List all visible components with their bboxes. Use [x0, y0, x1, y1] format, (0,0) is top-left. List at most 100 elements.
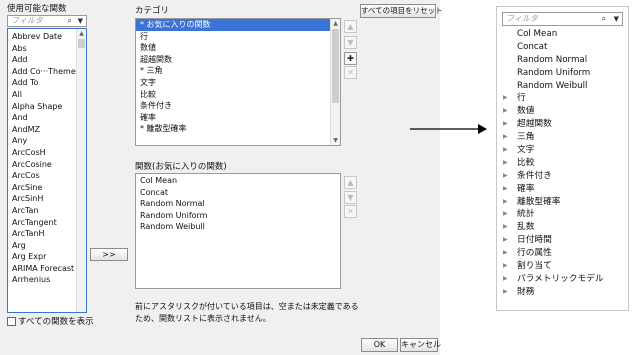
search-icon[interactable]: ⌕ — [68, 16, 72, 26]
disclosure-triangle-icon[interactable]: ▶ — [503, 234, 508, 247]
category-scrollbar[interactable]: ▲ ▼ — [330, 19, 340, 145]
panel-category-item[interactable]: ▶ 行 — [497, 92, 628, 105]
function-list-item[interactable]: ArcTanH — [8, 228, 86, 240]
panel-category-item[interactable]: ▶ 条件付き — [497, 170, 628, 183]
panel-category-item[interactable]: ▶ 割り当て — [497, 260, 628, 273]
favorite-list-item[interactable]: Concat — [136, 187, 340, 199]
function-list-item[interactable]: And — [8, 112, 86, 124]
ok-button[interactable]: OK — [361, 338, 398, 352]
favorites-list[interactable]: Col Mean Concat Random Normal Random Unifor… — [135, 173, 341, 289]
favorite-list-item[interactable]: Random Uniform — [136, 210, 340, 222]
scroll-thumb[interactable] — [78, 39, 85, 48]
function-list-item[interactable]: ARIMA Forecast — [8, 263, 86, 275]
function-list-item[interactable]: ArcCos — [8, 170, 86, 182]
function-list-item[interactable]: Abs — [8, 43, 86, 55]
panel-category-item[interactable]: ▶ 日付時間 — [497, 234, 628, 247]
disclosure-triangle-icon[interactable]: ▶ — [503, 170, 508, 183]
category-list-item[interactable]: 条件付き — [136, 100, 340, 112]
function-list-item[interactable]: AndMZ — [8, 124, 86, 136]
disclosure-triangle-icon[interactable]: ▶ — [503, 144, 508, 157]
disclosure-triangle-icon[interactable]: ▶ — [503, 260, 508, 273]
category-list-item[interactable]: 比較 — [136, 89, 340, 101]
disclosure-triangle-icon[interactable]: ▶ — [503, 221, 508, 234]
category-list-item[interactable]: 超越関数 — [136, 54, 340, 66]
category-list-item[interactable]: * 離散型確率 — [136, 123, 340, 135]
category-list-item[interactable]: 確率 — [136, 112, 340, 124]
scroll-up-icon[interactable]: ▲ — [331, 19, 340, 28]
reset-all-button[interactable]: すべての項目をリセット — [360, 4, 443, 18]
function-list-item[interactable]: Add To — [8, 77, 86, 89]
panel-category-item[interactable]: ▶ 超越関数 — [497, 118, 628, 131]
show-all-checkbox[interactable] — [7, 317, 16, 326]
function-list-item[interactable]: Arg Expr — [8, 251, 86, 263]
panel-category-item[interactable]: ▶ 乱数 — [497, 221, 628, 234]
panel-favorite-item[interactable]: Concat — [497, 41, 628, 54]
disclosure-triangle-icon[interactable]: ▶ — [503, 196, 508, 209]
category-list-item[interactable]: 文字 — [136, 77, 340, 89]
move-up-icon[interactable]: ▲ — [344, 176, 357, 189]
panel-favorite-item[interactable]: Random Uniform — [497, 67, 628, 80]
function-list-item[interactable]: ArcCosH — [8, 147, 86, 159]
function-list-item[interactable]: ArcSine — [8, 182, 86, 194]
function-list-item[interactable]: ArcCosine — [8, 159, 86, 171]
disclosure-triangle-icon[interactable]: ▶ — [503, 208, 508, 221]
disclosure-triangle-icon[interactable]: ▶ — [503, 286, 508, 299]
function-list-item[interactable]: Arrhenius — [8, 274, 86, 286]
disclosure-triangle-icon[interactable]: ▶ — [503, 183, 508, 196]
panel-category-item[interactable]: ▶ 文字 — [497, 144, 628, 157]
category-list-item[interactable]: * お気に入りの関数 — [136, 19, 340, 31]
panel-category-item[interactable]: ▶ 統計 — [497, 208, 628, 221]
favorite-list-item[interactable]: Col Mean — [136, 175, 340, 187]
panel-category-item[interactable]: ▶ パラメトリックモデル — [497, 273, 628, 286]
function-list-item[interactable]: Add — [8, 54, 86, 66]
function-list-item[interactable]: Abbrev Date — [8, 31, 86, 43]
panel-favorite-item[interactable]: Col Mean — [497, 28, 628, 41]
panel-category-item[interactable]: ▶ 離散型確率 — [497, 196, 628, 209]
disclosure-triangle-icon[interactable]: ▶ — [503, 105, 508, 118]
move-down-icon[interactable]: ▼ — [344, 36, 357, 49]
available-filter-input[interactable]: フィルタ ⌕ ▼ — [7, 15, 87, 27]
function-list-item[interactable]: Any — [8, 135, 86, 147]
scroll-up-icon[interactable]: ▲ — [77, 29, 86, 38]
category-list[interactable]: * お気に入りの関数行数値 超越関数 * 三角 文字 比較 条件付き 確率 * 離散型確率 ▲… — [135, 18, 341, 146]
panel-filter-input[interactable]: フィルタ ⌕ ▼ — [502, 12, 623, 26]
function-list-item[interactable]: ArcSinH — [8, 193, 86, 205]
search-icon[interactable]: ⌕ — [602, 13, 606, 25]
disclosure-triangle-icon[interactable]: ▶ — [503, 247, 508, 260]
move-up-icon[interactable]: ▲ — [344, 20, 357, 33]
x-icon[interactable]: ✕ — [344, 66, 357, 79]
panel-category-item[interactable]: ▶ 行の属性 — [497, 247, 628, 260]
panel-category-item[interactable]: ▶ 数値 — [497, 105, 628, 118]
add-to-favorites-button[interactable]: >> — [90, 248, 128, 261]
disclosure-triangle-icon[interactable]: ▶ — [503, 131, 508, 144]
function-list-item[interactable]: ArcTangent — [8, 217, 86, 229]
panel-category-item[interactable]: ▶ 確率 — [497, 183, 628, 196]
chevron-down-icon[interactable]: ▼ — [78, 16, 83, 26]
available-scrollbar[interactable]: ▲ — [76, 29, 86, 312]
cancel-button[interactable]: キャンセル — [400, 338, 441, 352]
x-icon[interactable]: ✕ — [344, 205, 357, 218]
function-list-item[interactable]: ArcTan — [8, 205, 86, 217]
available-functions-list[interactable]: Abbrev Date Abs Add Add Co···Theme Add To All… — [7, 28, 87, 313]
disclosure-triangle-icon[interactable]: ▶ — [503, 92, 508, 105]
panel-favorite-item[interactable]: Random Weibull — [497, 80, 628, 93]
scroll-down-icon[interactable]: ▼ — [331, 136, 340, 145]
plus-icon[interactable]: ✚ — [344, 52, 357, 65]
panel-category-item[interactable]: ▶ 三角 — [497, 131, 628, 144]
category-list-item[interactable]: 行 — [136, 31, 340, 43]
chevron-down-icon[interactable]: ▼ — [614, 13, 619, 25]
disclosure-triangle-icon[interactable]: ▶ — [503, 157, 508, 170]
panel-favorite-item[interactable]: Random Normal — [497, 54, 628, 67]
panel-category-item[interactable]: ▶ 財務 — [497, 286, 628, 299]
function-list-item[interactable]: Arg — [8, 240, 86, 252]
category-list-item[interactable]: 数値 — [136, 42, 340, 54]
function-list-item[interactable]: All — [8, 89, 86, 101]
panel-category-item[interactable]: ▶ 比較 — [497, 157, 628, 170]
favorite-list-item[interactable]: Random Normal — [136, 198, 340, 210]
function-list-item[interactable]: Alpha Shape — [8, 101, 86, 113]
category-list-item[interactable]: * 三角 — [136, 65, 340, 77]
disclosure-triangle-icon[interactable]: ▶ — [503, 273, 508, 286]
disclosure-triangle-icon[interactable]: ▶ — [503, 118, 508, 131]
scroll-thumb[interactable] — [332, 29, 339, 103]
function-list-item[interactable]: Add Co···Theme — [8, 66, 86, 78]
